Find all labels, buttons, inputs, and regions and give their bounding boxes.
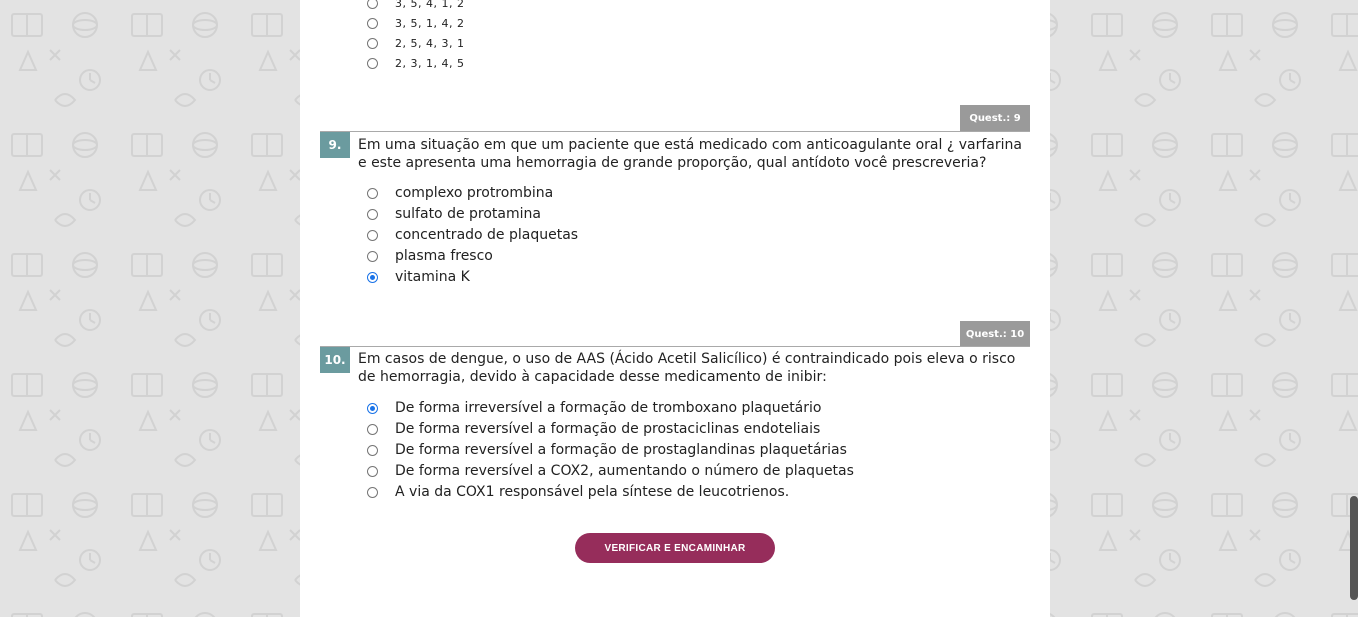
- question-number: 10.: [320, 347, 350, 373]
- radio-button[interactable]: [367, 17, 378, 29]
- option-label: 2, 5, 4, 3, 1: [395, 36, 465, 50]
- radio-button[interactable]: [367, 250, 378, 262]
- q10-option-1[interactable]: De forma irreversível a formação de trom…: [367, 398, 821, 418]
- divider: [320, 131, 1030, 132]
- radio-button[interactable]: [367, 465, 378, 477]
- option-label: concentrado de plaquetas: [395, 227, 579, 243]
- radio-button[interactable]: [367, 0, 378, 9]
- radio-button[interactable]: [367, 187, 378, 199]
- radio-button-selected[interactable]: [367, 402, 378, 414]
- scrollbar-thumb[interactable]: [1350, 496, 1358, 600]
- option-label: 2, 3, 1, 4, 5: [395, 56, 465, 70]
- option-label: De forma irreversível a formação de trom…: [395, 400, 822, 416]
- option-label: vitamina K: [395, 269, 470, 285]
- prev-option-2[interactable]: 3, 5, 1, 4, 2: [367, 13, 464, 33]
- radio-button[interactable]: [367, 444, 378, 456]
- option-label: De forma reversível a COX2, aumentando o…: [395, 463, 854, 479]
- q10-option-3[interactable]: De forma reversível a formação de prosta…: [367, 440, 847, 460]
- q9-option-2[interactable]: sulfato de protamina: [367, 204, 541, 224]
- option-label: A via da COX1 responsável pela síntese d…: [395, 484, 790, 500]
- page-scrollbar[interactable]: [1350, 0, 1358, 617]
- q10-option-2[interactable]: De forma reversível a formação de prosta…: [367, 419, 820, 439]
- question-text: Em casos de dengue, o uso de AAS (Ácido …: [358, 351, 1016, 385]
- option-label: 3, 5, 4, 1, 2: [395, 0, 465, 10]
- question-tag: Quest.: 9: [960, 105, 1030, 131]
- verify-and-submit-button[interactable]: VERIFICAR E ENCAMINHAR: [575, 533, 775, 563]
- radio-button[interactable]: [367, 423, 378, 435]
- question-text: Em uma situação em que um paciente que e…: [358, 137, 1022, 171]
- radio-button[interactable]: [367, 486, 378, 498]
- q9-option-3[interactable]: concentrado de plaquetas: [367, 225, 578, 245]
- q10-option-4[interactable]: De forma reversível a COX2, aumentando o…: [367, 461, 854, 481]
- q10-option-5[interactable]: A via da COX1 responsável pela síntese d…: [367, 482, 789, 502]
- question-number: 9.: [320, 132, 350, 158]
- radio-button[interactable]: [367, 57, 378, 69]
- option-label: plasma fresco: [395, 248, 493, 264]
- radio-button[interactable]: [367, 37, 378, 49]
- prev-option-4[interactable]: 2, 3, 1, 4, 5: [367, 53, 464, 73]
- question-tag: Quest.: 10: [960, 321, 1030, 347]
- prev-option-3[interactable]: 2, 5, 4, 3, 1: [367, 33, 464, 53]
- radio-button[interactable]: [367, 208, 378, 220]
- q9-option-4[interactable]: plasma fresco: [367, 246, 493, 266]
- radio-button[interactable]: [367, 229, 378, 241]
- divider: [320, 346, 1030, 347]
- radio-button-selected[interactable]: [367, 271, 378, 283]
- option-label: 3, 5, 1, 4, 2: [395, 16, 465, 30]
- questionnaire-page: 3, 5, 4, 1, 2 3, 5, 1, 4, 2 2, 5, 4, 3, …: [300, 0, 1050, 617]
- option-label: De forma reversível a formação de prosta…: [395, 421, 821, 437]
- option-label: De forma reversível a formação de prosta…: [395, 442, 847, 458]
- option-label: sulfato de protamina: [395, 206, 541, 222]
- prev-option-1[interactable]: 3, 5, 4, 1, 2: [367, 0, 464, 13]
- q9-option-1[interactable]: complexo protrombina: [367, 183, 553, 203]
- q9-option-5[interactable]: vitamina K: [367, 267, 470, 287]
- option-label: complexo protrombina: [395, 185, 554, 201]
